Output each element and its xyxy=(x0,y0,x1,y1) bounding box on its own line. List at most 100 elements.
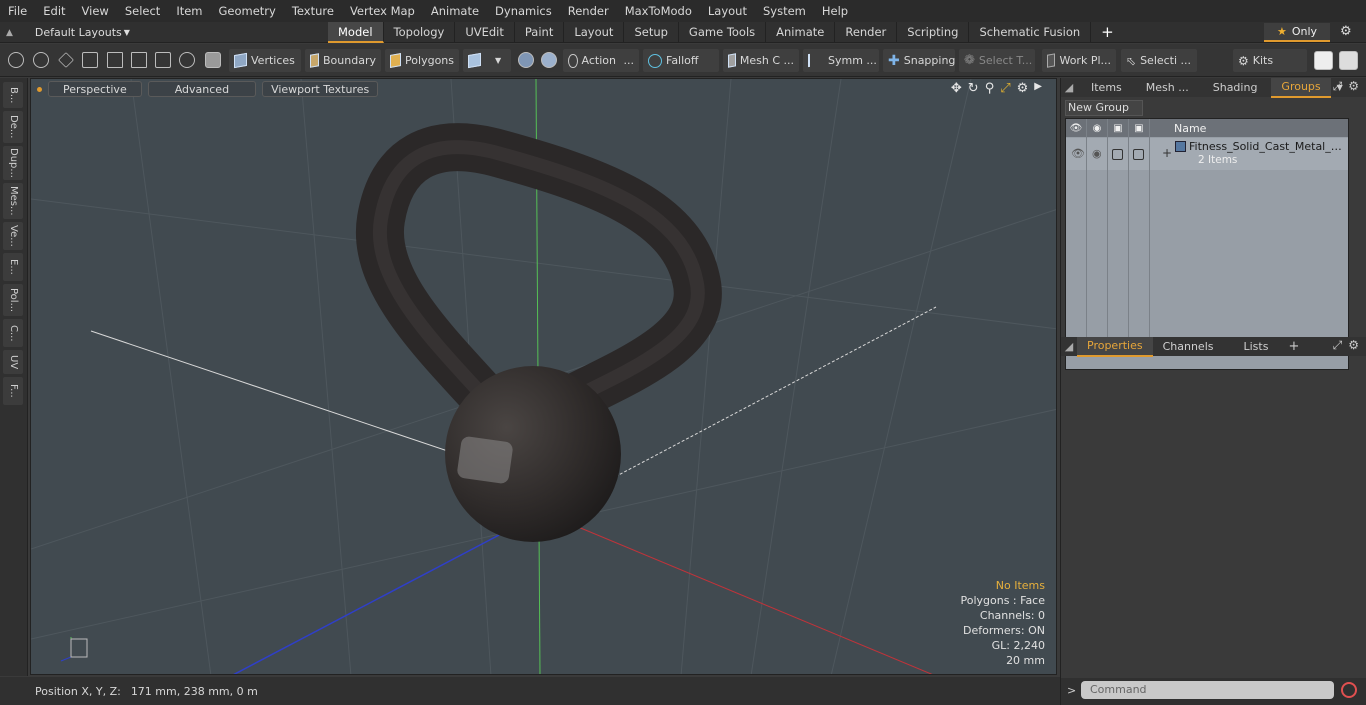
tab-paint[interactable]: Paint xyxy=(515,22,565,43)
menu-texture[interactable]: Texture xyxy=(284,0,342,22)
tab-groups[interactable]: Groups xyxy=(1271,77,1331,98)
maximize-icon[interactable]: ⤢ xyxy=(1333,338,1343,353)
command-bar: > Command xyxy=(1061,678,1366,705)
frame-icon[interactable] xyxy=(155,52,171,68)
move-view-icon[interactable]: ✥ xyxy=(951,81,962,96)
viewport-expand-icon[interactable]: ▶ xyxy=(1034,81,1042,96)
command-input[interactable]: Command xyxy=(1081,681,1334,699)
tab-scripting[interactable]: Scripting xyxy=(897,22,970,43)
tab-render[interactable]: Render xyxy=(835,22,898,43)
menu-item[interactable]: Item xyxy=(168,0,210,22)
perspective-button[interactable]: Perspective xyxy=(48,81,142,97)
tab-game-tools[interactable]: Game Tools xyxy=(679,22,767,43)
chevron-right-icon[interactable]: > xyxy=(1067,684,1076,697)
snapping-button[interactable]: ✚ Snapping xyxy=(883,49,955,72)
panel-gear-icon[interactable]: ⚙ xyxy=(1348,338,1359,353)
falloff-button[interactable]: Falloff xyxy=(643,49,719,72)
viewport-textures-button[interactable]: Viewport Textures xyxy=(262,81,379,97)
viewport-scene[interactable] xyxy=(31,79,1057,675)
new-group-button[interactable]: New Group xyxy=(1065,100,1143,116)
menu-geometry[interactable]: Geometry xyxy=(211,0,284,22)
edge-shield-icon[interactable] xyxy=(541,52,557,68)
selection-sets-button[interactable]: ⬁ Selecti ... xyxy=(1121,49,1197,72)
menu-file[interactable]: File xyxy=(0,0,35,22)
record-macro-icon[interactable] xyxy=(1341,682,1357,698)
menu-vertex-map[interactable]: Vertex Map xyxy=(342,0,423,22)
menu-view[interactable]: View xyxy=(74,0,117,22)
symmetry-button[interactable]: Symm ... xyxy=(803,49,879,72)
symmetry-shield-icon[interactable] xyxy=(518,52,534,68)
tab-schematic-fusion[interactable]: Schematic Fusion xyxy=(969,22,1092,43)
viewport-stats: No Items Polygons : Face Channels: 0 Def… xyxy=(960,578,1045,668)
menu-layout[interactable]: Layout xyxy=(700,0,755,22)
tab-setup[interactable]: Setup xyxy=(624,22,679,43)
shield-icon[interactable] xyxy=(205,52,221,68)
menu-animate[interactable]: Animate xyxy=(423,0,487,22)
globe-icon[interactable] xyxy=(33,52,49,68)
fit-view-icon[interactable]: ⤢ xyxy=(1000,81,1010,96)
grid-icon[interactable] xyxy=(131,52,147,68)
tab-lists[interactable]: Lists xyxy=(1224,338,1289,356)
mesh-constraints-button[interactable]: Mesh C ... xyxy=(723,49,799,72)
strip-tab-deform[interactable]: De... xyxy=(3,111,23,143)
tab-layout[interactable]: Layout xyxy=(564,22,625,43)
tab-shading[interactable]: Shading xyxy=(1199,79,1272,97)
tab-channels[interactable]: Channels xyxy=(1153,338,1224,356)
boundary-button[interactable]: Boundary xyxy=(305,49,381,72)
tab-items[interactable]: Items xyxy=(1077,79,1136,97)
menu-help[interactable]: Help xyxy=(814,0,856,22)
z-axis-line xyxy=(233,533,502,674)
tab-animate[interactable]: Animate xyxy=(766,22,836,43)
strip-tab-curve[interactable]: C... xyxy=(3,319,23,347)
item-mode-button[interactable]: ▼ xyxy=(463,49,511,72)
add-tab-icon[interactable]: + xyxy=(1091,22,1124,43)
viewport-gear-icon[interactable]: ⚙ xyxy=(1017,81,1029,96)
menu-system[interactable]: System xyxy=(755,0,814,22)
menu-edit[interactable]: Edit xyxy=(35,0,73,22)
advanced-button[interactable]: Advanced xyxy=(147,81,257,97)
pen-icon[interactable] xyxy=(58,52,74,68)
menu-dynamics[interactable]: Dynamics xyxy=(487,0,560,22)
align-icon[interactable] xyxy=(107,52,123,68)
tab-topology[interactable]: Topology xyxy=(384,22,456,43)
menu-maxtomodo[interactable]: MaxToModo xyxy=(617,0,700,22)
work-plane-button[interactable]: Work Pl... xyxy=(1042,49,1116,72)
maximize-icon[interactable]: ⤢ xyxy=(1333,79,1343,94)
only-toggle[interactable]: ★ Only xyxy=(1264,23,1330,42)
3d-viewport[interactable]: Perspective Advanced Viewport Textures ✥… xyxy=(30,78,1057,675)
add-tab-icon[interactable]: + xyxy=(1288,339,1299,354)
gear-icon[interactable]: ⚙ xyxy=(1340,24,1352,39)
unity-icon[interactable] xyxy=(1314,51,1333,70)
vertices-button[interactable]: Vertices xyxy=(229,49,301,72)
default-layouts-dropdown[interactable]: ▲ Default Layouts ▼ xyxy=(6,22,130,43)
menu-select[interactable]: Select xyxy=(117,0,168,22)
tab-properties[interactable]: Properties xyxy=(1077,336,1153,357)
brush-icon[interactable] xyxy=(82,52,98,68)
strip-tab-basic[interactable]: B... xyxy=(3,82,23,108)
clock-icon[interactable] xyxy=(179,52,195,68)
action-center-button[interactable]: Action ... xyxy=(563,49,639,72)
unreal-icon[interactable] xyxy=(1339,51,1358,70)
symm-label: Symm ... xyxy=(828,54,877,67)
kits-button[interactable]: ⚙ Kits xyxy=(1233,49,1307,72)
strip-tab-mesh-edit[interactable]: Mes... xyxy=(3,183,23,219)
select-circle-icon[interactable] xyxy=(8,52,24,68)
strip-tab-duplicate[interactable]: Dup... xyxy=(3,146,23,180)
strip-tab-polygon[interactable]: Pol... xyxy=(3,284,23,316)
strip-tab-edge[interactable]: E... xyxy=(3,253,23,281)
panel-bottom-controls: ⤢ ⚙ xyxy=(1333,338,1359,353)
expand-icon[interactable]: + xyxy=(1162,146,1172,160)
name-column-header[interactable]: Name xyxy=(1160,122,1206,135)
strip-tab-vertex[interactable]: Ve... xyxy=(3,222,23,250)
rotate-view-icon[interactable]: ↻ xyxy=(968,81,979,96)
strip-tab-uv[interactable]: UV xyxy=(3,350,23,374)
strip-tab-fusion[interactable]: F... xyxy=(3,377,23,405)
menu-render[interactable]: Render xyxy=(560,0,617,22)
tab-uvedit[interactable]: UVEdit xyxy=(455,22,515,43)
polygons-button[interactable]: Polygons xyxy=(385,49,459,72)
select-through-button[interactable]: ❁ Select T... xyxy=(959,49,1035,72)
tab-mesh[interactable]: Mesh ... xyxy=(1136,79,1199,97)
panel-gear-icon[interactable]: ⚙ xyxy=(1348,79,1359,94)
tab-model[interactable]: Model xyxy=(328,22,384,43)
zoom-view-icon[interactable]: ⚲ xyxy=(985,81,995,96)
